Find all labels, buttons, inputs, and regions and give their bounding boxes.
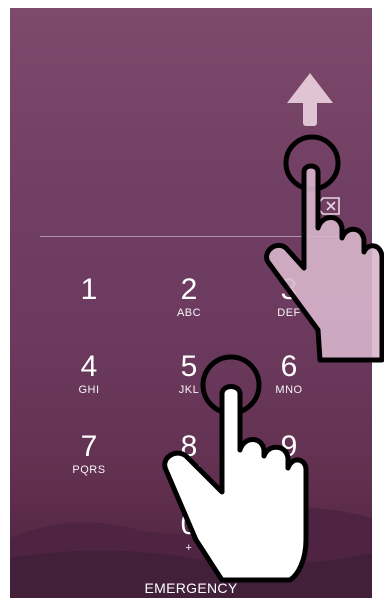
- key-letters: ABC: [176, 307, 202, 319]
- key-1[interactable]: 1: [49, 273, 129, 337]
- key-2[interactable]: 2 ABC: [149, 273, 229, 337]
- key-0[interactable]: 0 +: [149, 508, 229, 572]
- key-6[interactable]: 6 MNO: [249, 350, 329, 414]
- key-digit: 1: [80, 273, 98, 306]
- key-letters: WXYZ: [272, 464, 306, 476]
- key-letters: JKL: [178, 384, 200, 396]
- key-digit: 8: [180, 430, 198, 463]
- key-digit: 5: [180, 350, 198, 383]
- key-letters: PQRS: [72, 464, 106, 476]
- key-digit: 4: [80, 350, 98, 383]
- key-letters: DEF: [277, 307, 301, 319]
- key-8[interactable]: 8 TUV: [149, 430, 229, 494]
- key-digit: 0: [180, 508, 198, 541]
- key-letters: MNO: [275, 384, 303, 396]
- key-digit: 2: [180, 273, 198, 306]
- key-4[interactable]: 4 GHI: [49, 350, 129, 414]
- key-letters: +: [185, 542, 193, 554]
- pin-entry-divider: [40, 236, 340, 237]
- key-3[interactable]: 3 DEF: [249, 273, 329, 337]
- key-digit: 7: [80, 430, 98, 463]
- emergency-call-button[interactable]: EMERGENCY: [10, 580, 372, 596]
- key-letters: GHI: [78, 384, 100, 396]
- key-5[interactable]: 5 JKL: [149, 350, 229, 414]
- lock-screen-pin-pad: 1 2 ABC 3 DEF 4 GHI 5 JKL 6 MNO 7 PQRS 8…: [10, 8, 372, 598]
- key-7[interactable]: 7 PQRS: [49, 430, 129, 494]
- key-9[interactable]: 9 WXYZ: [249, 430, 329, 494]
- backspace-icon[interactable]: [315, 196, 341, 216]
- key-digit: 3: [280, 273, 298, 306]
- key-letters: TUV: [177, 464, 201, 476]
- key-digit: 9: [280, 430, 298, 463]
- key-digit: 6: [280, 350, 298, 383]
